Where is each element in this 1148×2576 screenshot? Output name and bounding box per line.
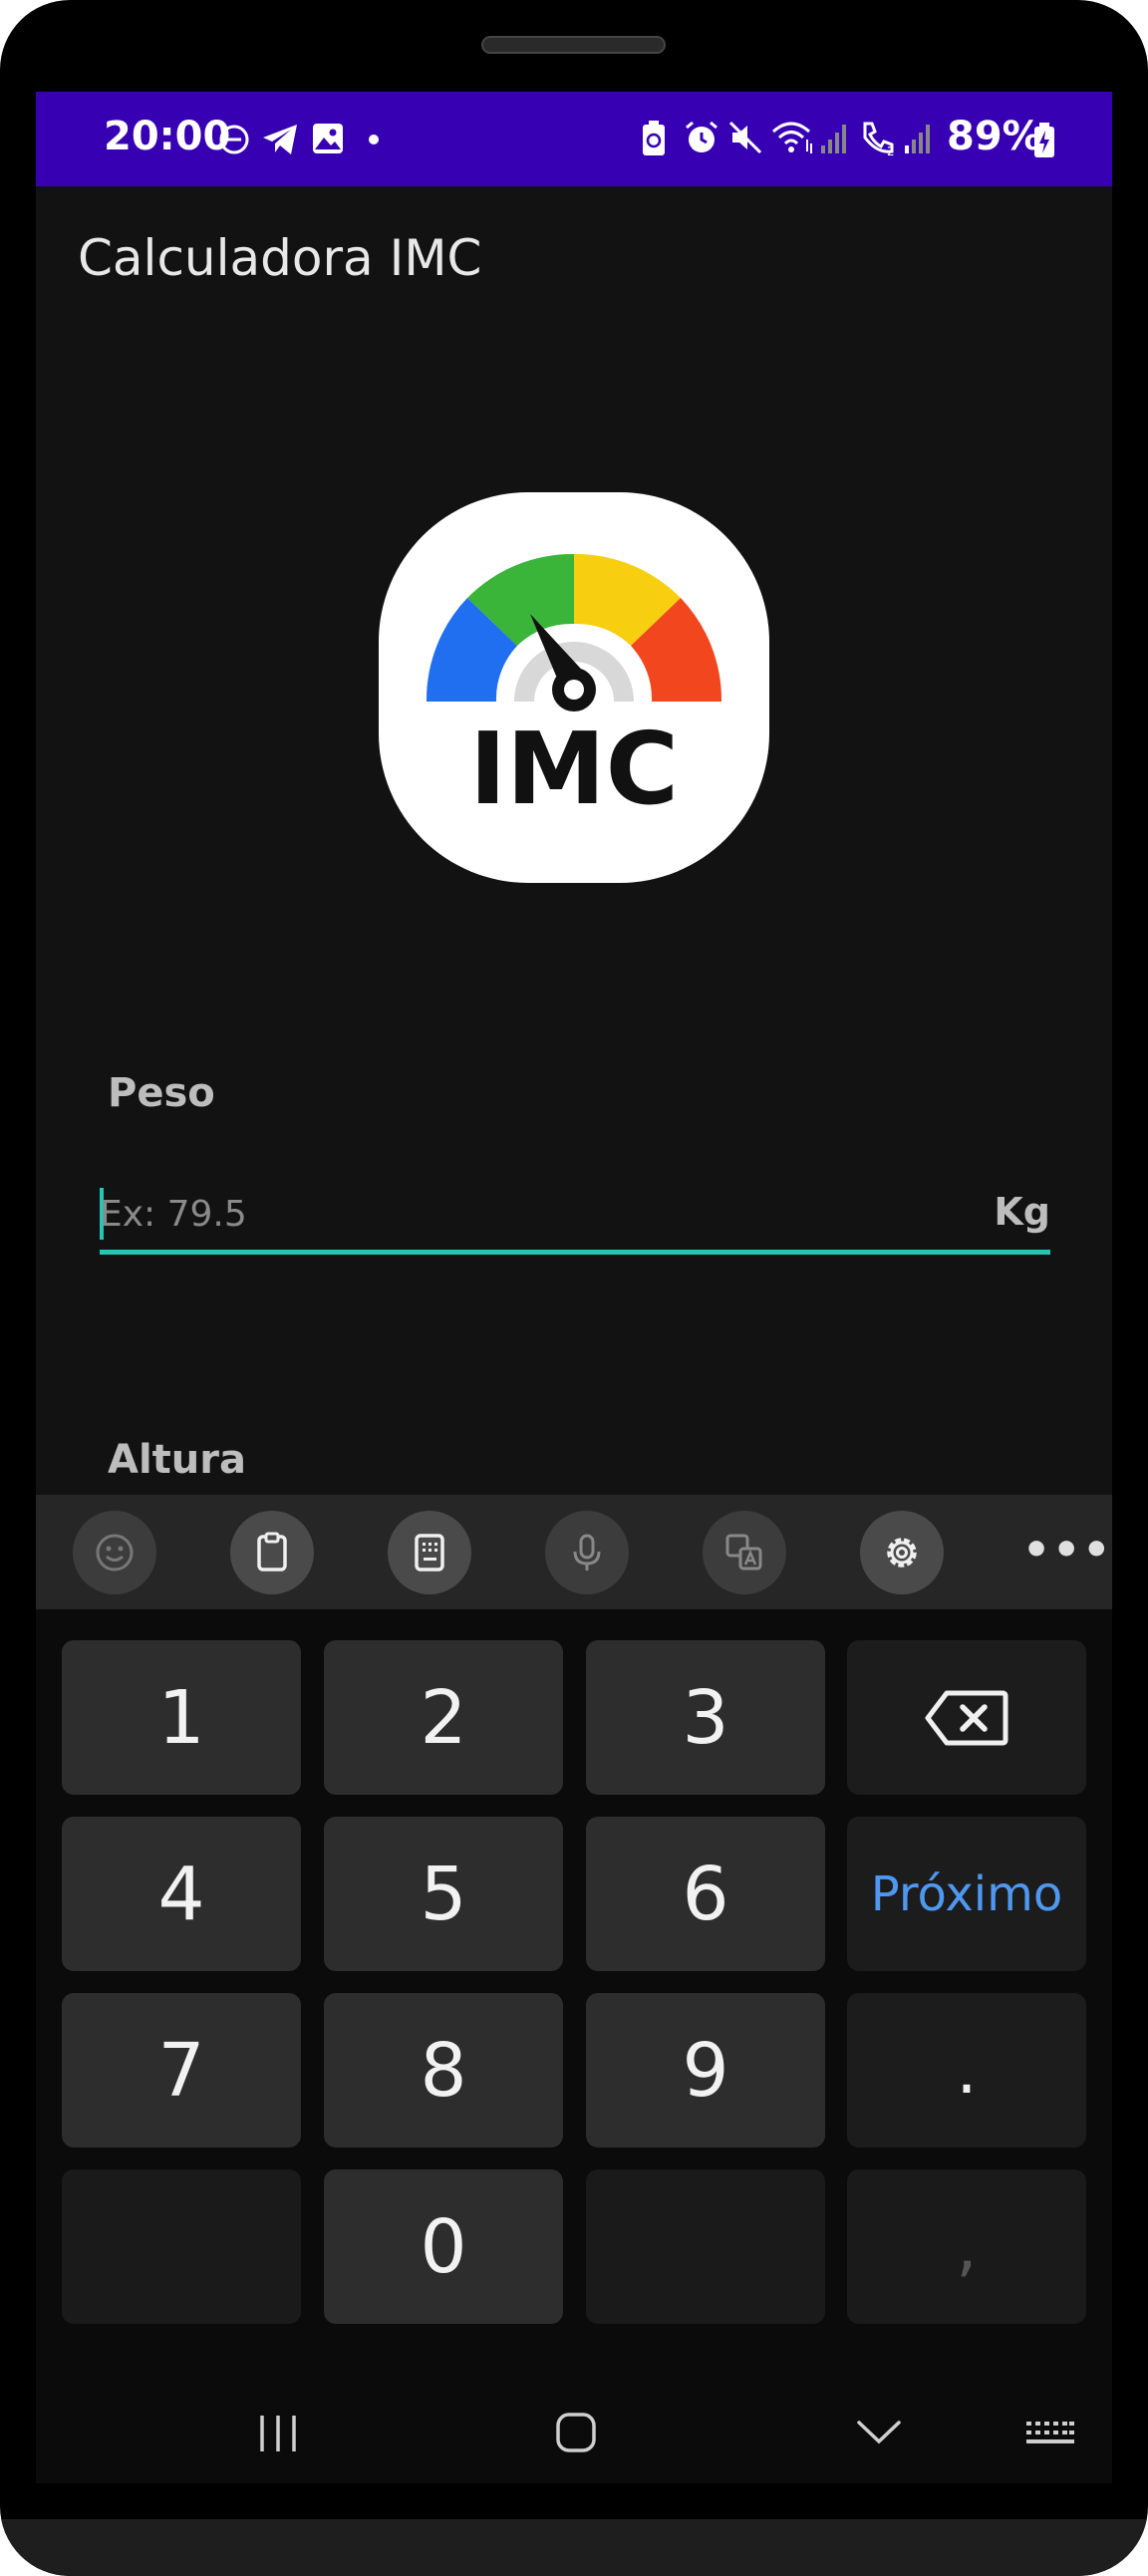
gauge-logo-image: IMC: [426, 553, 722, 827]
key-3[interactable]: 3: [586, 1640, 825, 1795]
empty-key-left: [62, 2169, 301, 2324]
signal-2-icon: [905, 125, 930, 153]
numeric-keyboard: 1 2 3 4 5 6 Próximo 7 8 9 . 0 ,: [36, 1609, 1112, 2483]
wifi-icon: [772, 122, 812, 153]
peso-label: Peso: [108, 1070, 215, 1116]
key-0[interactable]: 0: [324, 2169, 563, 2324]
key-4[interactable]: 4: [62, 1817, 301, 1971]
peso-input-underline: [100, 1250, 1050, 1255]
key-6[interactable]: 6: [586, 1817, 825, 1971]
signal-icon: [821, 125, 846, 153]
backspace-key[interactable]: [847, 1640, 1086, 1795]
phone-frame: 20:00 2 89% Calculadora IMC IMC Peso Ex:…: [0, 0, 1148, 2576]
peso-input-row: Kg: [100, 1184, 1050, 1255]
translate-icon: [725, 1534, 762, 1571]
imc-logo: IMC: [379, 492, 769, 883]
screen: 20:00 2 89% Calculadora IMC IMC Peso Ex:…: [36, 92, 1112, 2483]
keypad-button[interactable]: [388, 1511, 471, 1594]
back-icon[interactable]: [855, 2417, 903, 2446]
status-time: 20:00: [104, 114, 231, 159]
keyboard-settings-button[interactable]: [860, 1511, 944, 1594]
telegram-icon: [263, 125, 297, 154]
gallery-icon: [313, 124, 343, 153]
keypad-icon: [415, 1534, 444, 1572]
decimal-point-key[interactable]: .: [847, 1993, 1086, 2147]
svg-text:2: 2: [887, 144, 895, 157]
alarm-icon: [686, 121, 718, 152]
key-7[interactable]: 7: [62, 1993, 301, 2147]
key-1[interactable]: 1: [62, 1640, 301, 1795]
logo-text: IMC: [469, 711, 679, 827]
peso-input[interactable]: [100, 1184, 977, 1244]
settings-icon: [887, 1538, 917, 1568]
battery-charging-icon: [1034, 123, 1054, 157]
altura-label: Altura: [108, 1437, 246, 1483]
translate-button[interactable]: [703, 1511, 786, 1594]
microphone-icon: [573, 1534, 601, 1571]
key-8[interactable]: 8: [324, 1993, 563, 2147]
voice-input-button[interactable]: [545, 1511, 629, 1594]
backspace-icon: [925, 1690, 1008, 1745]
home-icon[interactable]: [554, 2411, 598, 2454]
comma-key: ,: [847, 2169, 1086, 2324]
clipboard-icon: [257, 1532, 287, 1572]
bottom-bezel: [0, 2519, 1148, 2576]
keyboard-toolbar: •••: [36, 1495, 1112, 1609]
empty-key-right: [586, 2169, 825, 2324]
do-not-disturb-icon: [219, 125, 249, 154]
status-bar: 20:00 2 89%: [36, 92, 1112, 186]
clipboard-button[interactable]: [230, 1511, 314, 1594]
volte-call-icon: 2: [863, 122, 895, 157]
key-5[interactable]: 5: [324, 1817, 563, 1971]
earpiece-speaker: [481, 36, 666, 54]
keyboard-switch-icon[interactable]: [1024, 2419, 1076, 2452]
recent-apps-icon[interactable]: [255, 2412, 301, 2455]
more-options-icon[interactable]: •••: [1022, 1525, 1112, 1575]
notification-dot-icon: [369, 135, 379, 144]
emoji-icon: [96, 1534, 134, 1572]
mute-icon: [728, 121, 762, 154]
next-key[interactable]: Próximo: [847, 1817, 1086, 1971]
key-9[interactable]: 9: [586, 1993, 825, 2147]
peso-suffix: Kg: [994, 1190, 1050, 1234]
app-title: Calculadora IMC: [78, 229, 482, 287]
key-2[interactable]: 2: [324, 1640, 563, 1795]
battery-saver-icon: [643, 121, 665, 155]
emoji-button[interactable]: [73, 1511, 156, 1594]
battery-percentage: 89%: [947, 114, 1042, 159]
